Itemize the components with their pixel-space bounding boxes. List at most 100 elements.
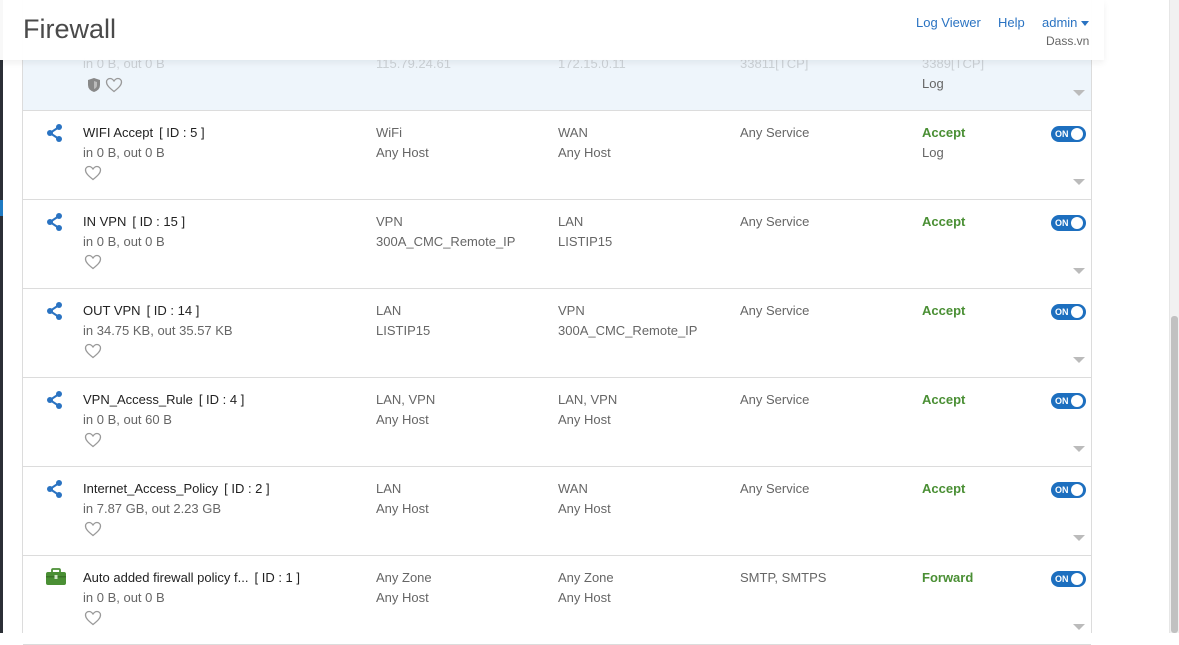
rule-source-host: Any Host bbox=[376, 412, 429, 427]
rule-name[interactable]: Internet_Access_Policy [ ID : 2 ] bbox=[83, 479, 270, 499]
rule-destination-host: Any Host bbox=[558, 412, 611, 427]
rule-source-zone: LAN bbox=[376, 481, 402, 496]
rule-traffic: in 34.75 KB, out 35.57 KB bbox=[83, 323, 233, 338]
log-viewer-link[interactable]: Log Viewer bbox=[916, 14, 981, 32]
rule-name[interactable]: WIFI Accept [ ID : 5 ] bbox=[83, 123, 205, 143]
table-row[interactable]: WIFI Accept [ ID : 5 ] in 0 B, out 0 B WiFi… bbox=[23, 111, 1091, 200]
rule-status-toggle[interactable]: ON bbox=[1051, 571, 1086, 587]
rule-traffic: in 0 B, out 0 B bbox=[83, 590, 165, 605]
share-icon bbox=[45, 390, 65, 410]
rule-source-zone: LAN, VPN bbox=[376, 392, 436, 407]
expand-arrow-icon[interactable] bbox=[1073, 535, 1085, 541]
rule-name[interactable]: VPN_Access_Rule [ ID : 4 ] bbox=[83, 390, 244, 410]
rule-source-host: LISTIP15 bbox=[376, 323, 431, 338]
left-sidebar-edge bbox=[0, 0, 3, 633]
share-icon bbox=[45, 301, 65, 321]
rule-id: [ ID : 14 ] bbox=[146, 303, 200, 318]
table-row[interactable]: Internet_Access_Policy [ ID : 2 ] in 7.87 … bbox=[23, 467, 1091, 556]
rule-source-zone: WiFi bbox=[376, 125, 402, 140]
rule-service: Any Service bbox=[740, 125, 810, 140]
rule-action: Accept bbox=[922, 481, 966, 496]
favorite-heart-icon[interactable] bbox=[105, 77, 123, 93]
rule-action: Forward bbox=[922, 570, 974, 585]
rule-service: Any Service bbox=[740, 392, 810, 407]
rule-name-label: IN VPN bbox=[83, 214, 127, 229]
toggle-label: ON bbox=[1055, 307, 1069, 317]
rule-source-zone: Any Zone bbox=[376, 570, 432, 585]
rule-log: Log bbox=[922, 76, 944, 91]
rule-name-label: OUT VPN bbox=[83, 303, 141, 318]
rule-destination-host: 300A_CMC_Remote_IP bbox=[558, 323, 698, 338]
rule-name-label: Internet_Access_Policy bbox=[83, 481, 219, 496]
rule-status-toggle[interactable]: ON bbox=[1051, 393, 1086, 409]
rule-destination-host: Any Host bbox=[558, 145, 611, 160]
rule-traffic: in 0 B, out 0 B bbox=[83, 145, 165, 160]
toggle-label: ON bbox=[1055, 574, 1069, 584]
rule-name-label: WIFI Accept bbox=[83, 125, 154, 140]
rule-name[interactable]: OUT VPN [ ID : 14 ] bbox=[83, 301, 199, 321]
rule-id: [ ID : 1 ] bbox=[254, 570, 300, 585]
rule-destination-zone: WAN bbox=[558, 125, 588, 140]
rule-action: Accept bbox=[922, 214, 966, 229]
rule-source-zone: VPN bbox=[376, 214, 403, 229]
toggle-knob bbox=[1071, 573, 1083, 585]
expand-arrow-icon[interactable] bbox=[1073, 90, 1085, 96]
scrollbar-thumb[interactable] bbox=[1171, 316, 1178, 633]
rule-traffic: in 7.87 GB, out 2.23 GB bbox=[83, 501, 222, 516]
rule-name-label: Auto added firewall policy f... bbox=[83, 570, 249, 585]
rule-status-toggle[interactable]: ON bbox=[1051, 126, 1086, 142]
expand-arrow-icon[interactable] bbox=[1073, 624, 1085, 630]
rule-name[interactable]: IN VPN [ ID : 15 ] bbox=[83, 212, 185, 232]
table-row[interactable]: Auto added firewall policy f... [ ID : 1 … bbox=[23, 556, 1091, 645]
admin-menu[interactable]: admin bbox=[1042, 14, 1090, 32]
favorite-heart-icon[interactable] bbox=[84, 432, 102, 453]
rule-destination-zone: VPN bbox=[558, 303, 585, 318]
rule-name[interactable]: Auto added firewall policy f... [ ID : 1 … bbox=[83, 568, 300, 588]
organization-name: Dass.vn bbox=[1046, 34, 1090, 48]
toggle-knob bbox=[1071, 306, 1083, 318]
share-icon bbox=[45, 123, 65, 143]
rule-service: Any Service bbox=[740, 481, 810, 496]
help-link[interactable]: Help bbox=[998, 14, 1025, 32]
rule-id: [ ID : 15 ] bbox=[132, 214, 186, 229]
table-row[interactable]: VPN_Access_Rule [ ID : 4 ] in 0 B, out 60 … bbox=[23, 378, 1091, 467]
rule-destination-zone: WAN bbox=[558, 481, 588, 496]
favorite-heart-icon[interactable] bbox=[84, 521, 102, 542]
rule-service: SMTP, SMTPS bbox=[740, 570, 827, 585]
favorite-heart-icon[interactable] bbox=[84, 610, 102, 631]
rule-source-host: Any Host bbox=[376, 590, 429, 605]
share-icon bbox=[45, 479, 65, 499]
rule-action: Accept bbox=[922, 303, 966, 318]
rule-traffic: in 0 B, out 60 B bbox=[83, 412, 172, 427]
favorite-heart-icon[interactable] bbox=[84, 165, 102, 186]
rule-traffic: in 0 B, out 0 B bbox=[83, 234, 165, 249]
toggle-label: ON bbox=[1055, 396, 1069, 406]
favorite-heart-icon[interactable] bbox=[84, 254, 102, 275]
expand-arrow-icon[interactable] bbox=[1073, 179, 1085, 185]
rule-source-host: Any Host bbox=[376, 501, 429, 516]
rule-destination-zone: Any Zone bbox=[558, 570, 614, 585]
rule-service: Any Service bbox=[740, 303, 810, 318]
page-title: Firewall bbox=[23, 14, 117, 44]
table-row[interactable]: OUT VPN [ ID : 14 ] in 34.75 KB, out 35.57… bbox=[23, 289, 1091, 378]
rule-destination-zone: LAN, VPN bbox=[558, 392, 618, 407]
rule-action: Accept bbox=[922, 392, 966, 407]
toggle-label: ON bbox=[1055, 129, 1069, 139]
rule-status-toggle[interactable]: ON bbox=[1051, 215, 1086, 231]
briefcase-icon bbox=[45, 568, 66, 588]
rule-status-toggle[interactable]: ON bbox=[1051, 482, 1086, 498]
rule-destination-zone: LAN bbox=[558, 214, 584, 229]
table-row[interactable]: IN VPN [ ID : 15 ] in 0 B, out 0 B VPN 300A_… bbox=[23, 200, 1091, 289]
chevron-down-icon bbox=[1081, 21, 1090, 27]
expand-arrow-icon[interactable] bbox=[1073, 357, 1085, 363]
expand-arrow-icon[interactable] bbox=[1073, 446, 1085, 452]
expand-arrow-icon[interactable] bbox=[1073, 268, 1085, 274]
rule-id: [ ID : 5 ] bbox=[159, 125, 205, 140]
rule-status-toggle[interactable]: ON bbox=[1051, 304, 1086, 320]
rule-source-host: 300A_CMC_Remote_IP bbox=[376, 234, 516, 249]
admin-label: admin bbox=[1042, 15, 1078, 30]
rule-name-label: VPN_Access_Rule bbox=[83, 392, 193, 407]
favorite-heart-icon[interactable] bbox=[84, 343, 102, 364]
rule-destination-host: LISTIP15 bbox=[558, 234, 613, 249]
toggle-label: ON bbox=[1055, 485, 1069, 495]
